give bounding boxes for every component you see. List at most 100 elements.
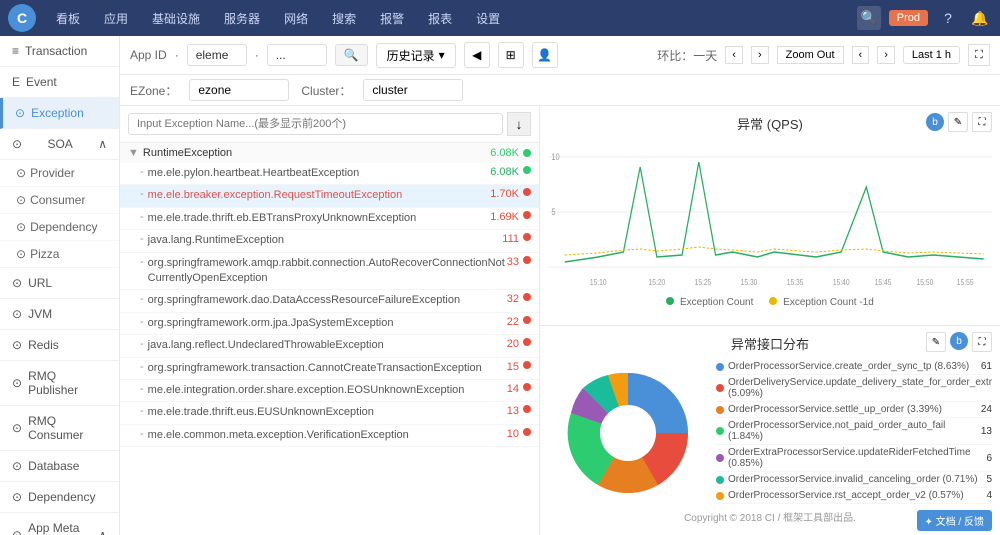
- bell-button[interactable]: 🔔: [968, 6, 992, 30]
- chart-bottom-expand-button[interactable]: ⛶: [972, 332, 992, 352]
- exc-item-heartbeat[interactable]: - me.ele.pylon.heartbeat.HeartbeatExcept…: [120, 163, 539, 185]
- ezone-input[interactable]: [189, 79, 289, 101]
- sidebar-item-transaction[interactable]: ≡ Transaction: [0, 36, 119, 67]
- exc-item-undeclared[interactable]: - java.lang.reflect.UndeclaredThrowableE…: [120, 335, 539, 357]
- exc-dot: [523, 338, 531, 346]
- nav-report[interactable]: 报表: [424, 8, 456, 29]
- sidebar-item-exception[interactable]: ⊙ Exception: [0, 98, 119, 129]
- chart-bottom-edit-button[interactable]: ✎: [926, 332, 946, 352]
- rmq-con-icon: ⊙: [12, 421, 22, 435]
- sidebar-item-app-meta[interactable]: ⊙ App Meta Data ∧: [0, 513, 119, 535]
- svg-text:15:10: 15:10: [590, 277, 607, 287]
- nav-app[interactable]: 应用: [100, 8, 132, 29]
- nav-alarm[interactable]: 报警: [376, 8, 408, 29]
- legend-item-count: 24: [981, 404, 992, 415]
- exc-dot: [523, 188, 531, 196]
- nav-infra[interactable]: 基础设施: [148, 8, 204, 29]
- sidebar: ≡ Transaction E Event ⊙ Exception ⊙ SOA …: [0, 36, 120, 535]
- sidebar-item-rmq-publisher[interactable]: ⊙ RMQ Publisher: [0, 361, 119, 406]
- expand-icon: ▼: [128, 147, 139, 159]
- exc-item-ebtrans[interactable]: - me.ele.trade.thrift.eb.EBTransProxyUnk…: [120, 208, 539, 230]
- sidebar-item-rmq-consumer[interactable]: ⊙ RMQ Consumer: [0, 406, 119, 451]
- exc-item-cannot-create[interactable]: - org.springframework.transaction.Cannot…: [120, 358, 539, 380]
- exc-item-jpa[interactable]: - org.springframework.orm.jpa.JpaSystemE…: [120, 313, 539, 335]
- exc-item-name: me.ele.pylon.heartbeat.HeartbeatExceptio…: [148, 166, 491, 181]
- sidebar-item-redis[interactable]: ⊙ Redis: [0, 330, 119, 361]
- exc-dot: [523, 383, 531, 391]
- env-next-button[interactable]: ›: [751, 46, 769, 64]
- svg-text:15:25: 15:25: [695, 277, 712, 287]
- sidebar-item-soa[interactable]: ⊙ SOA ∧: [0, 129, 119, 160]
- sidebar-item-dependency[interactable]: ⊙ Dependency: [0, 214, 119, 241]
- sidebar-item-dependency2[interactable]: ⊙ Dependency: [0, 482, 119, 513]
- time-range-button[interactable]: Last 1 h: [903, 46, 960, 64]
- app-id-label: App ID: [130, 48, 167, 62]
- exc-item-eos[interactable]: - me.ele.integration.order.share.excepti…: [120, 380, 539, 402]
- nav-kanban[interactable]: 看板: [52, 8, 84, 29]
- chart-expand-button[interactable]: ⛶: [972, 112, 992, 132]
- feedback-button[interactable]: ✦ 文档 / 反馈: [917, 510, 993, 531]
- filter-row: EZone： Cluster：: [120, 75, 1000, 106]
- exception-search-input[interactable]: [128, 113, 503, 135]
- legend-item-count: 5: [986, 474, 992, 485]
- nav-settings[interactable]: 设置: [472, 8, 504, 29]
- exc-item-runtime[interactable]: - java.lang.RuntimeException 111: [120, 230, 539, 252]
- legend-item-count: 4: [986, 490, 992, 501]
- legend-color-dot: [716, 476, 724, 484]
- exc-item-name: org.springframework.dao.DataAccessResour…: [148, 293, 507, 308]
- app-id-input2[interactable]: [267, 44, 327, 66]
- nav-search[interactable]: 搜索: [328, 8, 360, 29]
- legend-list: OrderProcessorService.create_order_sync_…: [716, 359, 992, 506]
- exc-item-request-timeout[interactable]: - me.ele.breaker.exception.RequestTimeou…: [120, 185, 539, 207]
- sidebar-item-consumer[interactable]: ⊙ Consumer: [0, 187, 119, 214]
- exc-item-count: 6.08K: [490, 166, 519, 178]
- history-button[interactable]: 历史记录 ▾: [376, 43, 456, 68]
- sidebar-item-event[interactable]: E Event: [0, 67, 119, 98]
- chart-svg-area: 10 5 15:10 15:20 15:25 15:30 15:35: [548, 137, 992, 297]
- sidebar-item-url[interactable]: ⊙ URL: [0, 268, 119, 299]
- sidebar-item-database[interactable]: ⊙ Database: [0, 451, 119, 482]
- svg-text:10: 10: [551, 151, 560, 162]
- exc-dot: [523, 233, 531, 241]
- chart-edit-button[interactable]: ✎: [948, 112, 968, 132]
- exc-item-dao[interactable]: - org.springframework.dao.DataAccessReso…: [120, 290, 539, 312]
- env-prev-button[interactable]: ‹: [725, 46, 743, 64]
- exc-item-count: 20: [507, 338, 519, 350]
- exc-item-amqp[interactable]: - org.springframework.amqp.rabbit.connec…: [120, 253, 539, 291]
- exc-item-name: org.springframework.amqp.rabbit.connecti…: [148, 256, 507, 287]
- exc-item-count: 14: [507, 383, 519, 395]
- env-label: 环比：一天: [657, 47, 717, 64]
- exception-search-button[interactable]: ↓: [507, 112, 531, 136]
- sidebar-item-label: URL: [28, 276, 52, 290]
- legend-dot-green: [666, 297, 674, 305]
- app-id-input1[interactable]: [187, 44, 247, 66]
- user-button[interactable]: 👤: [532, 42, 558, 68]
- time-next-button[interactable]: ›: [877, 46, 895, 64]
- top-search-button[interactable]: 🔍: [857, 6, 881, 30]
- grid-button[interactable]: ⊞: [498, 42, 524, 68]
- prod-badge[interactable]: Prod: [889, 10, 928, 26]
- sidebar-item-provider[interactable]: ⊙ Provider: [0, 160, 119, 187]
- fullscreen-button[interactable]: ⛶: [968, 44, 990, 66]
- app-id-search-button[interactable]: 🔍: [335, 44, 368, 66]
- exception-group-runtime[interactable]: ▼ RuntimeException 6.08K: [120, 143, 539, 163]
- time-prev-button[interactable]: ‹: [852, 46, 870, 64]
- exc-item-verification[interactable]: - me.ele.common.meta.exception.Verificat…: [120, 425, 539, 447]
- nav-network[interactable]: 网络: [280, 8, 312, 29]
- sidebar-item-pizza[interactable]: ⊙ Pizza: [0, 241, 119, 268]
- nav-server[interactable]: 服务器: [220, 8, 264, 29]
- sidebar-item-label: Transaction: [25, 44, 87, 58]
- help-button[interactable]: ?: [936, 6, 960, 30]
- sidebar-item-label: SOA: [47, 137, 72, 151]
- sidebar-item-jvm[interactable]: ⊙ JVM: [0, 299, 119, 330]
- ezone-label: EZone：: [130, 82, 177, 99]
- app-logo: C: [8, 4, 36, 32]
- zoom-out-button[interactable]: Zoom Out: [777, 46, 844, 64]
- nav-back-button[interactable]: ◀: [464, 42, 490, 68]
- cluster-input[interactable]: [363, 79, 463, 101]
- sidebar-item-label: Exception: [31, 106, 84, 120]
- exc-item-eus[interactable]: - me.ele.trade.thrift.eus.EUSUnknownExce…: [120, 402, 539, 424]
- legend-color-dot: [716, 363, 724, 371]
- legend-item: OrderProcessorService.not_paid_order_aut…: [716, 418, 992, 445]
- legend-color-dot: [716, 384, 724, 392]
